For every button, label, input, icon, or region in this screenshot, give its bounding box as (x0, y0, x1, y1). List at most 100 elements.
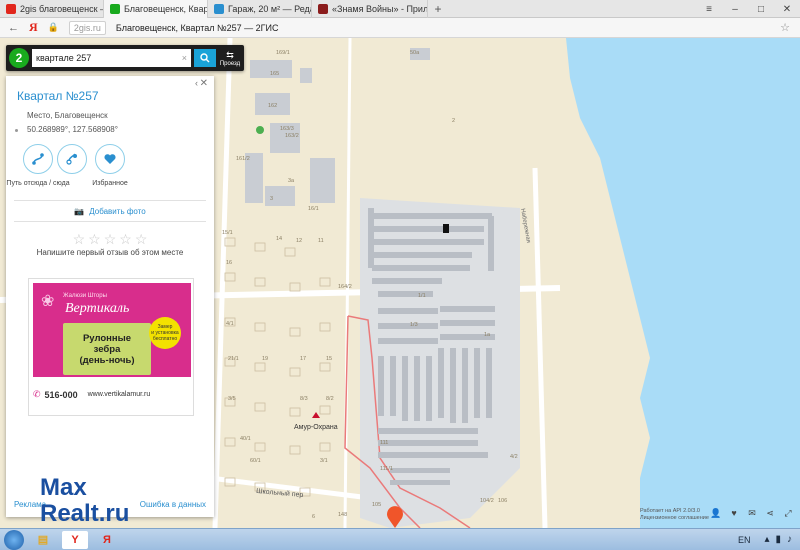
residential-plots (224, 237, 331, 497)
attribution-line[interactable]: Лицензионное соглашение (640, 515, 709, 522)
address-bar: ← Я 🔒 2gis.ru Благовещенск, Квартал №257… (0, 18, 800, 38)
ad-phone: 516-000 (44, 389, 78, 400)
road (212, 38, 233, 528)
house-number: 4/2 (510, 454, 518, 460)
new-tab-button[interactable]: + (428, 0, 448, 17)
bookmark-star-icon[interactable]: ☆ (780, 21, 790, 34)
fullscreen-icon[interactable]: ⤢ (782, 507, 794, 519)
house-number: 105 (372, 502, 382, 508)
search-button[interactable] (194, 49, 216, 67)
house-number: 161/2 (236, 156, 250, 162)
coordinates: 50.268989°, 127.568908° (27, 125, 118, 134)
ad-product-line: зебра (93, 343, 121, 355)
watermark: Max Realt.ru (40, 475, 129, 527)
clear-search-icon[interactable]: × (182, 53, 187, 63)
house-number: 16 (226, 260, 233, 266)
game-icon (318, 4, 328, 14)
add-photo-link[interactable]: 📷 Добавить фото (6, 207, 214, 216)
browser-tab-3[interactable]: Гараж, 20 м² — Редактир (208, 0, 312, 18)
yandex-logo[interactable]: Я (29, 20, 38, 35)
2gis-logo[interactable]: 2 (9, 48, 29, 68)
browser-tab-4[interactable]: «Знамя Войны» - Прилож (312, 0, 428, 18)
close-icon[interactable]: ✕ (200, 78, 208, 89)
star-icon[interactable]: ☆ (88, 232, 101, 246)
action-label: Путь отсюда / сюда (6, 180, 70, 187)
road (532, 167, 548, 528)
house-number: 111/1 (380, 466, 393, 472)
search-bar: 2 квартале 257 × ⇆ Проезд (6, 45, 244, 71)
tab-label: Гараж, 20 м² — Редактир (228, 4, 311, 14)
maxrealt-icon (214, 4, 224, 14)
house-number: 163/3 (280, 126, 294, 132)
page-title[interactable]: Благовещенск, Квартал №257 — 2ГИС (116, 23, 279, 33)
explorer-app[interactable]: ▤ (30, 531, 56, 549)
ad-badge-line: бесплатно (152, 336, 178, 342)
lock-icon: 🔒 (47, 22, 59, 32)
ad-image: ❀ Жалюзи Шторы Вертикаль Рулонные зебра … (33, 283, 191, 377)
house-number: 50а (410, 50, 420, 56)
review-prompt[interactable]: Напишите первый отзыв об этом месте (6, 248, 214, 257)
house-number: 2 (452, 118, 456, 124)
menu-icon[interactable]: ≡ (696, 0, 722, 18)
divider (14, 200, 206, 201)
yandex-icon (6, 4, 16, 14)
house-number: 3/5 (228, 396, 236, 402)
browser-tab-2[interactable]: Благовещенск, Квартал × (104, 0, 208, 18)
house-number: 14 (276, 236, 283, 242)
panel-title: Квартал №257 (17, 89, 99, 103)
star-icon[interactable]: ☆ (119, 232, 132, 246)
close-window-icon[interactable]: ✕ (774, 0, 800, 18)
maximize-icon[interactable]: □ (748, 0, 774, 18)
house-number: 15/1 (222, 230, 233, 236)
favorite-action[interactable]: Избранное (82, 144, 138, 187)
route-icon: ⇆ (226, 49, 234, 60)
yandex-app[interactable]: Я (94, 531, 120, 549)
arrow-up-icon[interactable]: ▴ (764, 534, 769, 545)
ad-product-line: Рулонные (82, 332, 132, 344)
add-photo-label: Добавить фото (89, 207, 146, 216)
search-icon (200, 53, 210, 63)
yandex-browser-app[interactable]: Y (62, 530, 88, 549)
phone-icon: ✆ (33, 389, 41, 399)
star-icon[interactable]: ☆ (73, 232, 86, 246)
chat-icon[interactable]: ✉ (746, 507, 758, 519)
share-icon[interactable]: ⋖ (764, 507, 776, 519)
star-icon[interactable]: ☆ (104, 232, 117, 246)
report-error-link[interactable]: Ошибка в данных (140, 500, 206, 509)
network-icon[interactable]: ▮ (775, 534, 781, 545)
back-arrow-icon[interactable]: ← (8, 22, 19, 34)
person-icon[interactable]: 👤 (710, 507, 722, 519)
house-number: 3а (288, 178, 295, 184)
advertisement-banner[interactable]: ❀ Жалюзи Шторы Вертикаль Рулонные зебра … (28, 278, 194, 416)
route-button[interactable]: ⇆ Проезд (219, 47, 241, 69)
house-number: 16/1 (308, 206, 319, 212)
browser-tab-1[interactable]: 2gis благовещенск — Янд (0, 0, 104, 18)
watermark-line: Max (40, 474, 87, 501)
tab-label: «Знамя Войны» - Прилож (332, 4, 428, 14)
poi-label[interactable]: Амур-Охрана (294, 424, 338, 431)
house-number: 104/2 (480, 498, 494, 504)
minimize-icon[interactable]: – (722, 0, 748, 18)
watermark-line: Realt.ru (40, 500, 130, 527)
volume-icon[interactable]: ♪ (787, 534, 792, 545)
heart-icon (95, 144, 125, 174)
action-label: Избранное (92, 180, 128, 187)
map-tools: 👤 ♥ ✉ ⋖ ⤢ (710, 507, 794, 519)
start-button[interactable] (4, 529, 24, 550)
star-icon[interactable]: ☆ (135, 232, 148, 246)
route-label: Проезд (219, 60, 241, 67)
house-number: 111 (380, 440, 389, 446)
collapse-icon[interactable]: ‹ (195, 78, 198, 88)
site-badge[interactable]: 2gis.ru (68, 20, 106, 35)
attribution-line[interactable]: Работает на API 2.0/3.0 (640, 508, 709, 515)
rating-stars[interactable]: ☆ ☆ ☆ ☆ ☆ (6, 232, 214, 246)
house-number: 164/2 (338, 284, 352, 290)
search-input[interactable]: квартале 257 × (32, 49, 191, 67)
ad-tagline: Жалюзи Шторы (63, 293, 107, 299)
divider (14, 221, 206, 222)
heart-icon[interactable]: ♥ (728, 507, 740, 519)
language-indicator[interactable]: EN (738, 535, 751, 545)
house-number: 19 (262, 356, 269, 362)
house-number: 162 (268, 103, 278, 109)
camera-icon: 📷 (74, 207, 85, 216)
